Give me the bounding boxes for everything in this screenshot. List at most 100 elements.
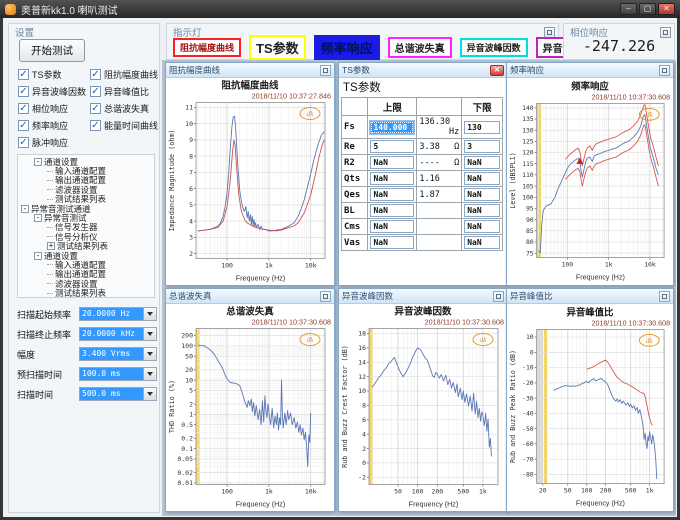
checkbox-box[interactable]: ✓ <box>18 137 29 148</box>
checkbox-item-8[interactable]: ✓脉冲响应 <box>18 136 90 149</box>
minimize-button[interactable]: – <box>620 3 637 15</box>
ts-lower-input[interactable]: 3 <box>464 140 500 153</box>
checkbox-item-5[interactable]: ✓总谐波失真 <box>90 102 158 115</box>
chevron-down-icon[interactable] <box>143 388 156 400</box>
chevron-down-icon[interactable] <box>143 308 156 320</box>
crest-factor-title: 异音波峰因数 <box>342 290 493 302</box>
field-value[interactable]: 20.0000 kHz <box>80 328 143 340</box>
tree-node-1[interactable]: 输入通道配置 <box>18 166 154 175</box>
chevron-down-icon[interactable] <box>143 348 156 360</box>
tree-toggle-icon[interactable]: - <box>34 252 42 260</box>
ts-lower-input[interactable]: 130 <box>464 121 500 134</box>
tree-node-3[interactable]: 滤波器设置 <box>18 185 154 194</box>
close-icon[interactable]: ✕ <box>490 65 504 76</box>
field-combo[interactable]: 500.0 ms <box>79 387 157 401</box>
tree-node-label: 异常音测试通道 <box>31 204 91 213</box>
ts-lower-input[interactable]: NaN <box>464 236 500 249</box>
indicator-light-4[interactable]: 异音波峰因数 <box>460 38 528 57</box>
ts-upper-input[interactable]: NaN <box>370 220 414 233</box>
panel-restore-icon[interactable] <box>320 65 331 76</box>
field-value[interactable]: 20.0000 Hz <box>80 308 143 320</box>
frequency-response-titlebar[interactable]: 频率响应 <box>507 63 673 78</box>
tree-toggle-icon[interactable]: - <box>21 205 29 213</box>
field-combo[interactable]: 3.400 Vrms <box>79 347 157 361</box>
checkbox-item-0[interactable]: ✓TS参数 <box>18 68 90 81</box>
checkbox-item-1[interactable]: ✓阻抗幅度曲线 <box>90 68 158 81</box>
svg-text:85: 85 <box>526 227 534 235</box>
panel-restore-icon[interactable] <box>659 65 670 76</box>
checkbox-box[interactable]: ✓ <box>90 69 101 80</box>
ts-upper-input[interactable]: NaN <box>370 156 414 169</box>
tree-node-11[interactable]: 输入通道配置 <box>18 260 154 269</box>
field-combo[interactable]: 20.0000 Hz <box>79 307 157 321</box>
checkbox-item-4[interactable]: ✓相位响应 <box>18 102 90 115</box>
ts-lower-input[interactable]: NaN <box>464 156 500 169</box>
tree-node-14[interactable]: 测试结果列表 <box>18 288 154 297</box>
checkbox-item-6[interactable]: ✓频率响应 <box>18 119 90 132</box>
tree-toggle-icon[interactable]: + <box>47 242 55 250</box>
phase-value: -247.226 <box>564 37 674 55</box>
indicator-light-0[interactable]: 阻抗幅度曲线 <box>173 38 241 57</box>
ts-lower-input[interactable]: NaN <box>464 188 500 201</box>
checkbox-box[interactable]: ✓ <box>18 86 29 97</box>
checkbox-item-7[interactable]: ✓能量时间曲线 <box>90 119 158 132</box>
svg-text:5: 5 <box>189 387 193 395</box>
impedance-window-titlebar[interactable]: 阻抗幅度曲线 <box>166 63 334 78</box>
tree-toggle-icon[interactable]: - <box>34 214 42 222</box>
ts-measured-value: 1.87 <box>417 187 462 203</box>
peak-ratio-titlebar[interactable]: 异音峰值比 <box>507 289 673 304</box>
field-value[interactable]: 3.400 Vrms <box>80 348 143 360</box>
field-value[interactable]: 100.0 ms <box>80 368 143 380</box>
maximize-button[interactable]: ▢ <box>639 3 656 15</box>
crest-factor-chart: 异音波峰因数2018/11/10 10:37:30.608-2024681012… <box>339 304 507 511</box>
tree-node-6[interactable]: -异常音测试 <box>18 213 154 222</box>
checkbox-box[interactable]: ✓ <box>18 69 29 80</box>
checkbox-box[interactable]: ✓ <box>90 86 101 97</box>
ts-upper-input[interactable]: NaN <box>370 204 414 217</box>
tree-node-5[interactable]: -异常音测试通道 <box>18 204 154 213</box>
tree-node-2[interactable]: 输出通道配置 <box>18 176 154 185</box>
ts-value-unit: Hz <box>449 127 459 137</box>
field-value[interactable]: 500.0 ms <box>80 388 143 400</box>
checkbox-box[interactable]: ✓ <box>18 103 29 114</box>
field-combo[interactable]: 20.0000 kHz <box>79 327 157 341</box>
ts-upper-input[interactable]: 140.000 <box>370 121 414 134</box>
tree-node-0[interactable]: -通道设置 <box>18 157 154 166</box>
ts-upper-input[interactable]: NaN <box>370 188 414 201</box>
chevron-down-icon[interactable] <box>143 328 156 340</box>
checkbox-box[interactable]: ✓ <box>18 120 29 131</box>
panel-restore-icon[interactable] <box>659 291 670 302</box>
tree-node-4[interactable]: 测试结果列表 <box>18 195 154 204</box>
tree-node-9[interactable]: +测试结果列表 <box>18 242 154 251</box>
ts-upper-input[interactable]: 5 <box>370 140 414 153</box>
tree-node-7[interactable]: 信号发生器 <box>18 223 154 232</box>
panel-restore-icon[interactable] <box>320 291 331 302</box>
close-button[interactable]: ✕ <box>658 3 675 15</box>
window-titlebar[interactable]: 奥普新kk1.0 喇叭测试 – ▢ ✕ <box>0 0 680 18</box>
tree-node-10[interactable]: -通道设置 <box>18 251 154 260</box>
tree-node-13[interactable]: 滤波器设置 <box>18 279 154 288</box>
tree-node-8[interactable]: 信号分析仪 <box>18 232 154 241</box>
indicator-light-3[interactable]: 总谐波失真 <box>388 37 452 58</box>
checkbox-item-3[interactable]: ✓异音峰值比 <box>90 85 158 98</box>
checkbox-box[interactable]: ✓ <box>90 103 101 114</box>
ts-window-titlebar[interactable]: TS参数 ✕ <box>339 63 507 78</box>
ts-upper-input[interactable]: NaN <box>370 236 414 249</box>
crest-factor-titlebar[interactable]: 异音波峰因数 <box>339 289 507 304</box>
panel-restore-icon[interactable] <box>493 291 504 302</box>
svg-text:-2: -2 <box>358 474 366 482</box>
ts-upper-input[interactable]: NaN <box>370 172 414 185</box>
indicator-light-1[interactable]: TS参数 <box>249 35 306 60</box>
checkbox-item-2[interactable]: ✓异音波峰因数 <box>18 85 90 98</box>
chevron-down-icon[interactable] <box>143 368 156 380</box>
thd-window-titlebar[interactable]: 总谐波失真 <box>166 289 334 304</box>
ts-lower-input[interactable]: NaN <box>464 220 500 233</box>
tree-toggle-icon[interactable]: - <box>34 158 42 166</box>
start-test-button[interactable]: 开始测试 <box>19 39 85 62</box>
field-combo[interactable]: 100.0 ms <box>79 367 157 381</box>
ts-lower-input[interactable]: NaN <box>464 172 500 185</box>
ts-lower-input[interactable]: NaN <box>464 204 500 217</box>
checkbox-box[interactable]: ✓ <box>90 120 101 131</box>
indicator-light-2[interactable]: 频率响应 <box>314 35 380 60</box>
tree-node-12[interactable]: 输出通道配置 <box>18 270 154 279</box>
